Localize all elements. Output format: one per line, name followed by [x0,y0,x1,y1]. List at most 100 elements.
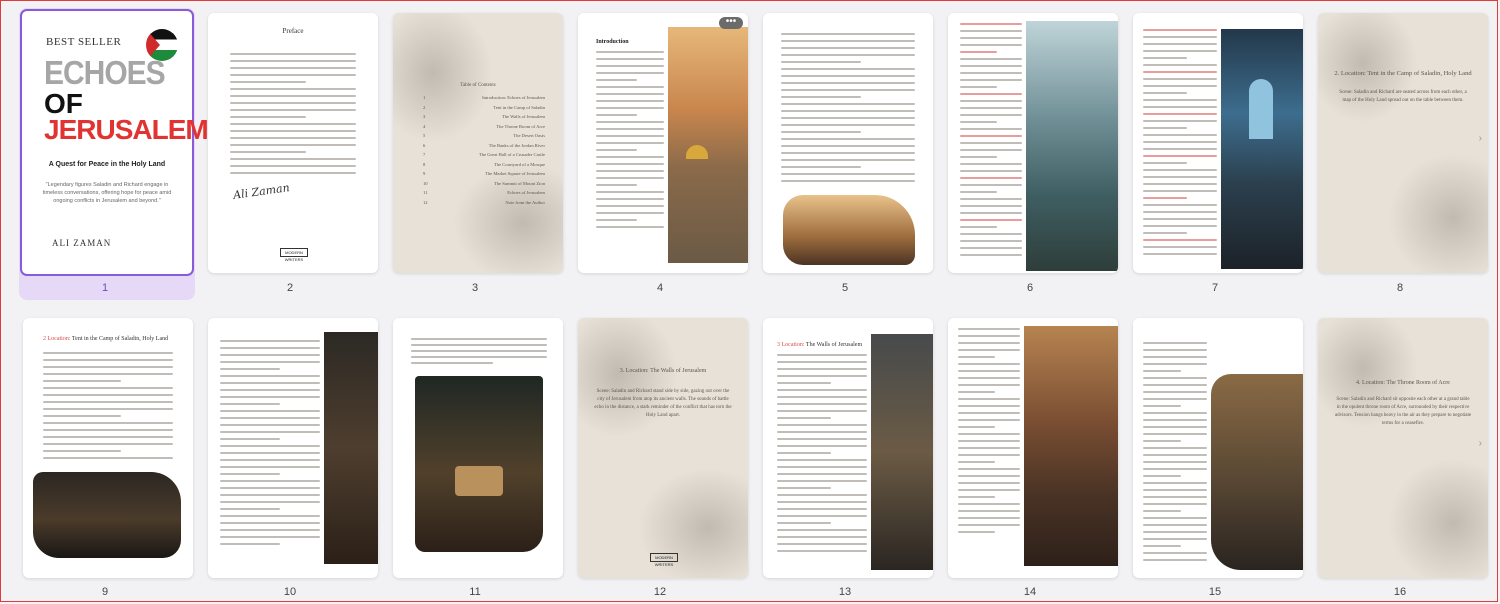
text-line [960,128,1022,130]
candlelit-negotiation-image [33,472,181,558]
text-line [781,180,915,182]
page-thumbnail-1[interactable]: BEST SELLER ECHOES OF JERUSALEM A Quest … [20,9,209,276]
toc-item-number: 8 [423,161,426,167]
text-line [781,89,915,91]
text-line [960,240,1022,242]
text-line [220,480,320,482]
text-line [1143,342,1207,344]
text-line [781,117,915,119]
cover-title-line3: JERUSALEM [44,114,209,145]
text-line [596,198,664,200]
text-line [220,452,320,454]
text-line [958,426,996,428]
cover-badge: BEST SELLER [46,36,122,48]
text-line [43,380,121,382]
text-line [596,121,664,123]
text-line [1143,225,1217,227]
text-line [230,60,356,62]
page-thumbnail-11[interactable] [393,318,563,578]
text-line [1143,239,1217,241]
text-line [777,438,867,440]
publisher-stamp: MODERN WRITERS [650,553,678,567]
text-line [777,501,867,503]
text-line [596,142,664,144]
text-line [777,410,867,412]
text-line [1143,246,1217,248]
crusader-tent-image [324,332,378,564]
text-line [781,54,915,56]
text-line [220,438,280,440]
text-line [1143,78,1217,80]
page-thumbnail-9[interactable]: 2 Location: Tent in the Camp of Saladin,… [23,318,193,578]
text-line [781,61,862,63]
text-line [411,362,493,364]
page-thumbnail-7[interactable] [1133,13,1303,273]
text-line [43,436,173,438]
text-line [1143,71,1217,73]
text-line [43,394,173,396]
page-thumbnail-14[interactable] [948,318,1118,578]
text-line [596,51,664,53]
text-line [1143,211,1217,213]
text-line [1143,190,1217,192]
text-line [596,226,664,228]
text-line [596,149,637,151]
text-line [1143,398,1207,400]
text-line [958,419,1020,421]
text-line [1143,419,1207,421]
text-line [958,524,1020,526]
text-line [220,354,320,356]
page-thumbnail-8[interactable]: 2. Location: Tent in the Camp of Saladin… [1318,13,1488,273]
text-line [777,424,867,426]
signature: Ali Zaman [232,181,291,202]
text-line [1143,120,1217,122]
text-line [1143,391,1207,393]
page-thumbnail-4[interactable]: Introduction [578,13,748,273]
text-line [777,389,867,391]
text-line [1143,405,1182,407]
text-line [220,466,320,468]
text-line [220,522,320,524]
text-line [411,356,547,358]
text-line [596,219,637,221]
text-line [220,347,320,349]
text-line [960,163,1022,165]
text-line [1143,503,1207,505]
page-thumbnail-12[interactable]: 3. Location: The Walls of Jerusalem Scen… [578,318,748,578]
page-thumbnail-15[interactable] [1133,318,1303,578]
page-thumbnail-2[interactable]: Preface Ali Zaman MODERN WRITERS [208,13,378,273]
text-line [1143,510,1182,512]
page-thumbnail-3[interactable]: Table of Contents 1 Introduction: Echoes … [393,13,563,273]
toc-item-number: 6 [423,142,426,148]
page-number-4: 4 [656,282,664,294]
text-line [1143,482,1207,484]
page-thumbnail-10[interactable] [208,318,378,578]
toc-item-number: 10 [423,180,428,186]
text-line [1143,64,1217,66]
text-line [960,51,998,53]
toc-item: 2 Tent in the Camp of Saladin [423,105,545,115]
text-line [230,158,356,160]
text-line [958,370,1020,372]
text-line [958,356,996,358]
text-line [1143,517,1207,519]
page-thumbnail-16[interactable]: 4. Location: The Throne Room of Acre Sce… [1318,318,1488,578]
text-line [777,431,867,433]
text-line [230,130,356,132]
page-thumbnail-5[interactable] [763,13,933,273]
page-thumbnail-6[interactable] [948,13,1118,273]
more-options-button[interactable]: ••• [719,17,743,29]
text-line [958,335,1020,337]
text-line [960,212,1022,214]
text-line [777,375,867,377]
toc-item: 8 The Courtyard of a Mosque [423,162,545,172]
toc-item: 12 Note from the Author [423,200,545,210]
page-number-5: 5 [841,282,849,294]
text-line [958,384,1020,386]
page-thumbnail-13[interactable]: 3 Location: The Walls of Jerusalem [763,318,933,578]
text-line [220,340,320,342]
text-line [777,480,867,482]
text-line [1143,29,1217,31]
text-line [220,515,320,517]
text-line [958,517,1020,519]
